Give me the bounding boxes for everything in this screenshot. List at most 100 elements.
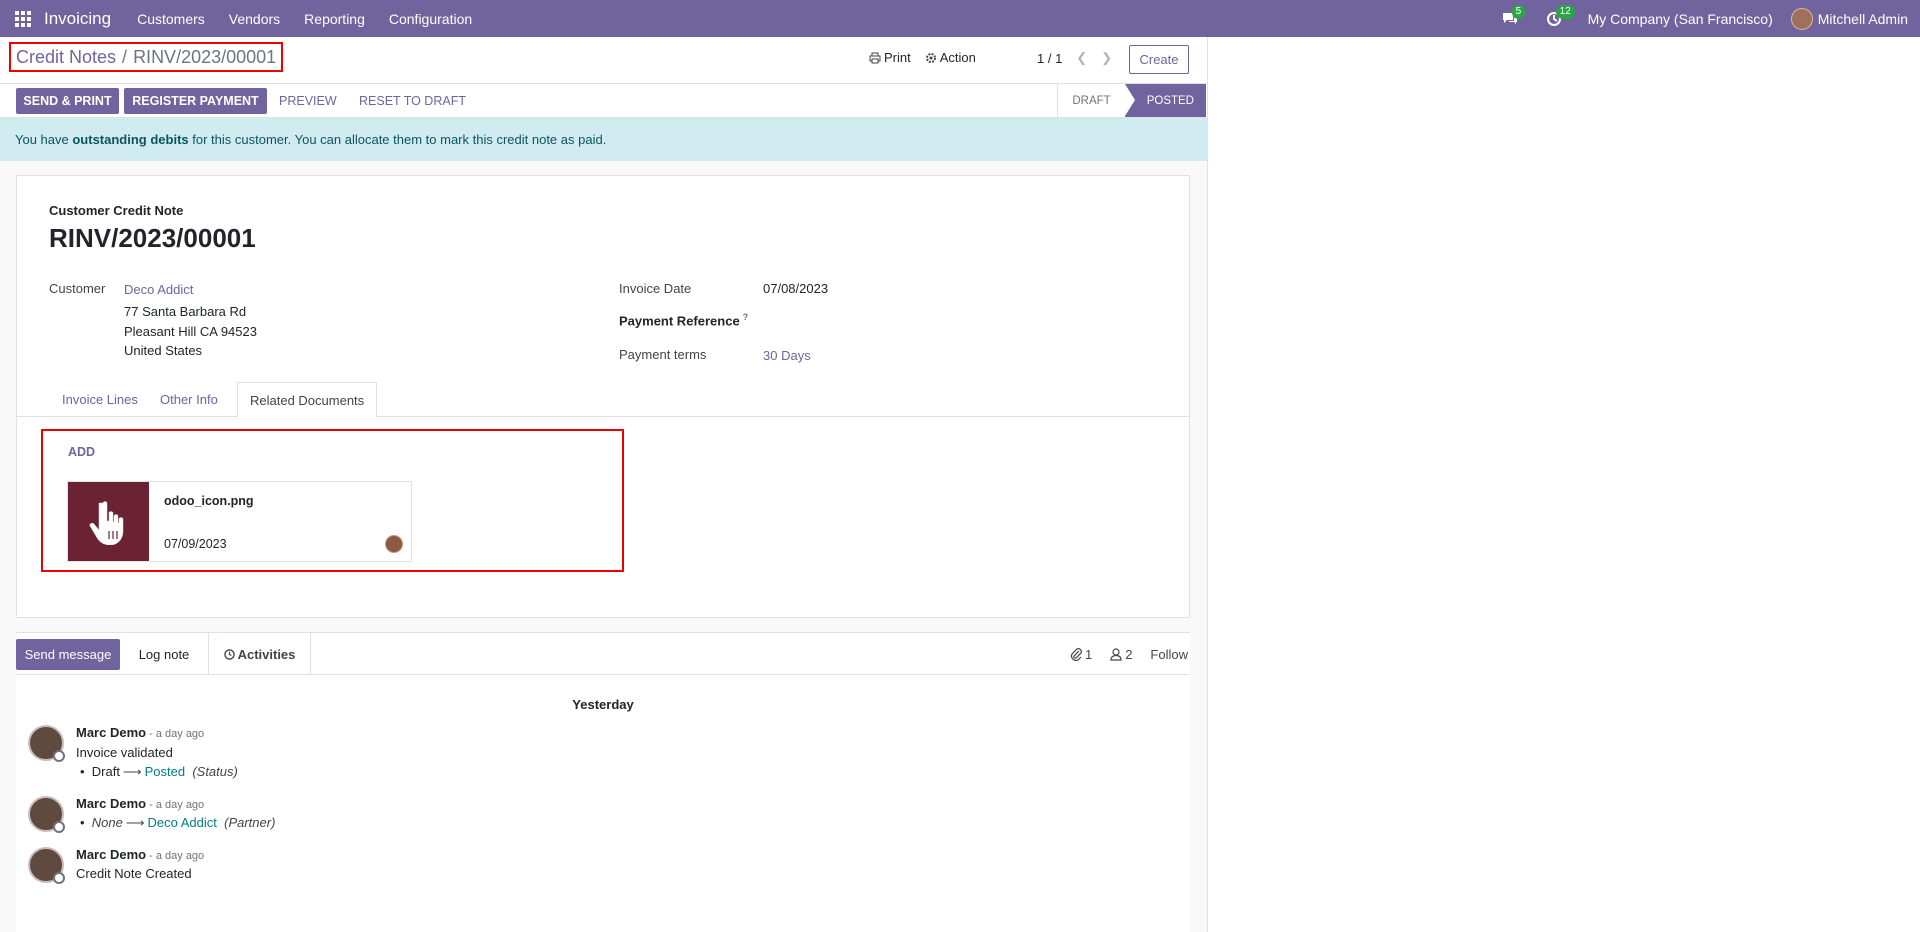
tracking-field: (Partner) bbox=[224, 815, 276, 830]
tab-other-info[interactable]: Other Info bbox=[148, 382, 230, 417]
im-status-icon bbox=[53, 872, 65, 884]
register-payment-button[interactable]: REGISTER PAYMENT bbox=[124, 88, 267, 114]
stage-posted[interactable]: POSTED bbox=[1124, 84, 1206, 117]
activities-badge: 12 bbox=[1555, 5, 1575, 19]
menu-customers[interactable]: Customers bbox=[125, 11, 217, 27]
action-dropdown[interactable]: Action bbox=[925, 50, 976, 65]
author-name[interactable]: Marc Demo bbox=[76, 725, 146, 740]
message-author: Marc Demo - a day ago bbox=[76, 796, 204, 811]
reset-to-draft-button[interactable]: RESET TO DRAFT bbox=[359, 88, 466, 114]
activities-button[interactable]: Activities bbox=[208, 633, 311, 675]
customer-link[interactable]: Deco Addict bbox=[124, 282, 193, 297]
activities-systray[interactable]: 12 bbox=[1532, 0, 1576, 37]
message-time: - a day ago bbox=[146, 799, 205, 811]
breadcrumb-separator: / bbox=[122, 46, 128, 67]
message-body: Invoice validated bbox=[76, 745, 173, 760]
create-button[interactable]: Create bbox=[1129, 45, 1189, 74]
chevron-left-icon[interactable]: ❮ bbox=[1076, 50, 1087, 66]
send-print-button[interactable]: SEND & PRINT bbox=[16, 88, 119, 114]
stage-draft[interactable]: DRAFT bbox=[1057, 84, 1124, 117]
alert-text-post: for this customer. You can allocate them… bbox=[188, 132, 607, 147]
message-time: - a day ago bbox=[146, 850, 205, 862]
company-switcher[interactable]: My Company (San Francisco) bbox=[1588, 11, 1773, 27]
add-attachment-button[interactable]: ADD bbox=[68, 445, 95, 459]
outstanding-debits-alert: You have outstanding debits for this cus… bbox=[0, 118, 1207, 161]
alert-text-pre: You have bbox=[15, 132, 73, 147]
paperclip-icon bbox=[1070, 648, 1082, 661]
hand-pointer-icon bbox=[89, 500, 123, 545]
control-panel: Credit Notes / RINV/2023/00001 Print Act… bbox=[0, 37, 1207, 84]
author-avatar[interactable] bbox=[28, 847, 65, 884]
top-navbar: Invoicing Customers Vendors Reporting Co… bbox=[0, 0, 1920, 37]
print-icon bbox=[869, 52, 881, 63]
attachment-thumbnail bbox=[68, 482, 149, 561]
message-author: Marc Demo - a day ago bbox=[76, 847, 204, 862]
print-label: Print bbox=[884, 50, 911, 65]
message-time: - a day ago bbox=[146, 728, 205, 740]
message-author: Marc Demo - a day ago bbox=[76, 725, 204, 740]
invoice-date-value[interactable]: 07/08/2023 bbox=[763, 281, 828, 296]
activities-label: Activities bbox=[237, 646, 296, 662]
status-bar: SEND & PRINT REGISTER PAYMENT PREVIEW RE… bbox=[0, 84, 1207, 118]
message-body: Credit Note Created bbox=[76, 866, 192, 881]
customer-label: Customer bbox=[49, 281, 106, 296]
document-number: RINV/2023/00001 bbox=[49, 223, 256, 253]
payment-reference-label: Payment Reference? bbox=[619, 312, 748, 328]
chatter-topbar: Send message Log note Activities 1 2 Fol… bbox=[16, 632, 1190, 675]
menu-reporting[interactable]: Reporting bbox=[292, 11, 377, 27]
messages-systray[interactable]: 5 bbox=[1488, 0, 1532, 37]
user-icon bbox=[1110, 647, 1122, 661]
breadcrumb-current: RINV/2023/00001 bbox=[133, 46, 277, 67]
payment-terms-value[interactable]: 30 Days bbox=[763, 348, 811, 363]
clock-icon bbox=[223, 648, 235, 660]
attachment-name: odoo_icon.png bbox=[164, 494, 254, 508]
menu-configuration[interactable]: Configuration bbox=[377, 11, 484, 27]
log-note-button[interactable]: Log note bbox=[120, 633, 208, 675]
alert-outstanding-link[interactable]: outstanding debits bbox=[72, 132, 188, 147]
arrow-right-icon: ⟶ bbox=[125, 815, 145, 830]
help-tooltip-icon[interactable]: ? bbox=[743, 312, 749, 322]
tracking-new: Deco Addict bbox=[147, 815, 217, 830]
tracking-new: Posted bbox=[144, 764, 186, 779]
tracking-value: • Draft ⟶ Posted (Status) bbox=[80, 764, 238, 779]
empty-side-area bbox=[1207, 37, 1920, 932]
author-name[interactable]: Marc Demo bbox=[76, 796, 146, 811]
gear-icon bbox=[925, 52, 936, 63]
tracking-old: None bbox=[91, 815, 123, 830]
tracking-old: Draft bbox=[91, 764, 120, 779]
im-status-icon bbox=[53, 750, 65, 762]
tab-invoice-lines[interactable]: Invoice Lines bbox=[50, 382, 150, 417]
breadcrumb: Credit Notes / RINV/2023/00001 bbox=[9, 42, 284, 72]
follow-button[interactable]: Follow bbox=[1150, 647, 1188, 662]
user-name: Mitchell Admin bbox=[1817, 10, 1908, 27]
address-line-1: 77 Santa Barbara Rd bbox=[124, 304, 247, 319]
user-avatar bbox=[1790, 7, 1813, 30]
breadcrumb-parent[interactable]: Credit Notes bbox=[16, 47, 116, 68]
document-type: Customer Credit Note bbox=[49, 203, 184, 218]
pager-value[interactable]: 1 / 1 bbox=[1037, 51, 1062, 66]
attachments-counter[interactable]: 1 bbox=[1070, 647, 1092, 662]
tracking-value: • None ⟶ Deco Addict (Partner) bbox=[80, 815, 276, 830]
print-dropdown[interactable]: Print bbox=[869, 50, 911, 65]
preview-button[interactable]: PREVIEW bbox=[279, 88, 337, 114]
status-stages: DRAFT POSTED bbox=[1057, 84, 1206, 117]
tab-related-documents[interactable]: Related Documents bbox=[237, 382, 378, 418]
tracking-field: (Status) bbox=[192, 764, 238, 779]
author-avatar[interactable] bbox=[28, 725, 65, 762]
user-menu[interactable]: Mitchell Admin bbox=[1790, 7, 1908, 30]
author-avatar[interactable] bbox=[28, 796, 65, 833]
form-sheet: Customer Credit Note RINV/2023/00001 Cus… bbox=[16, 175, 1190, 618]
date-separator: Yesterday bbox=[572, 697, 634, 712]
followers-counter[interactable]: 2 bbox=[1110, 647, 1132, 662]
menu-vendors[interactable]: Vendors bbox=[217, 11, 292, 27]
chevron-right-icon[interactable]: ❯ bbox=[1101, 50, 1112, 66]
apps-menu-icon[interactable] bbox=[0, 0, 46, 37]
attachments-count: 1 bbox=[1084, 646, 1093, 662]
send-message-button[interactable]: Send message bbox=[16, 639, 120, 670]
author-name[interactable]: Marc Demo bbox=[76, 847, 146, 862]
app-brand[interactable]: Invoicing bbox=[44, 9, 111, 29]
related-documents-panel: ADD odoo_icon.png 07/09/2023 bbox=[41, 429, 624, 572]
payment-terms-label: Payment terms bbox=[619, 347, 707, 362]
attachment-card[interactable]: odoo_icon.png 07/09/2023 bbox=[67, 481, 412, 562]
messages-badge: 5 bbox=[1511, 5, 1526, 19]
